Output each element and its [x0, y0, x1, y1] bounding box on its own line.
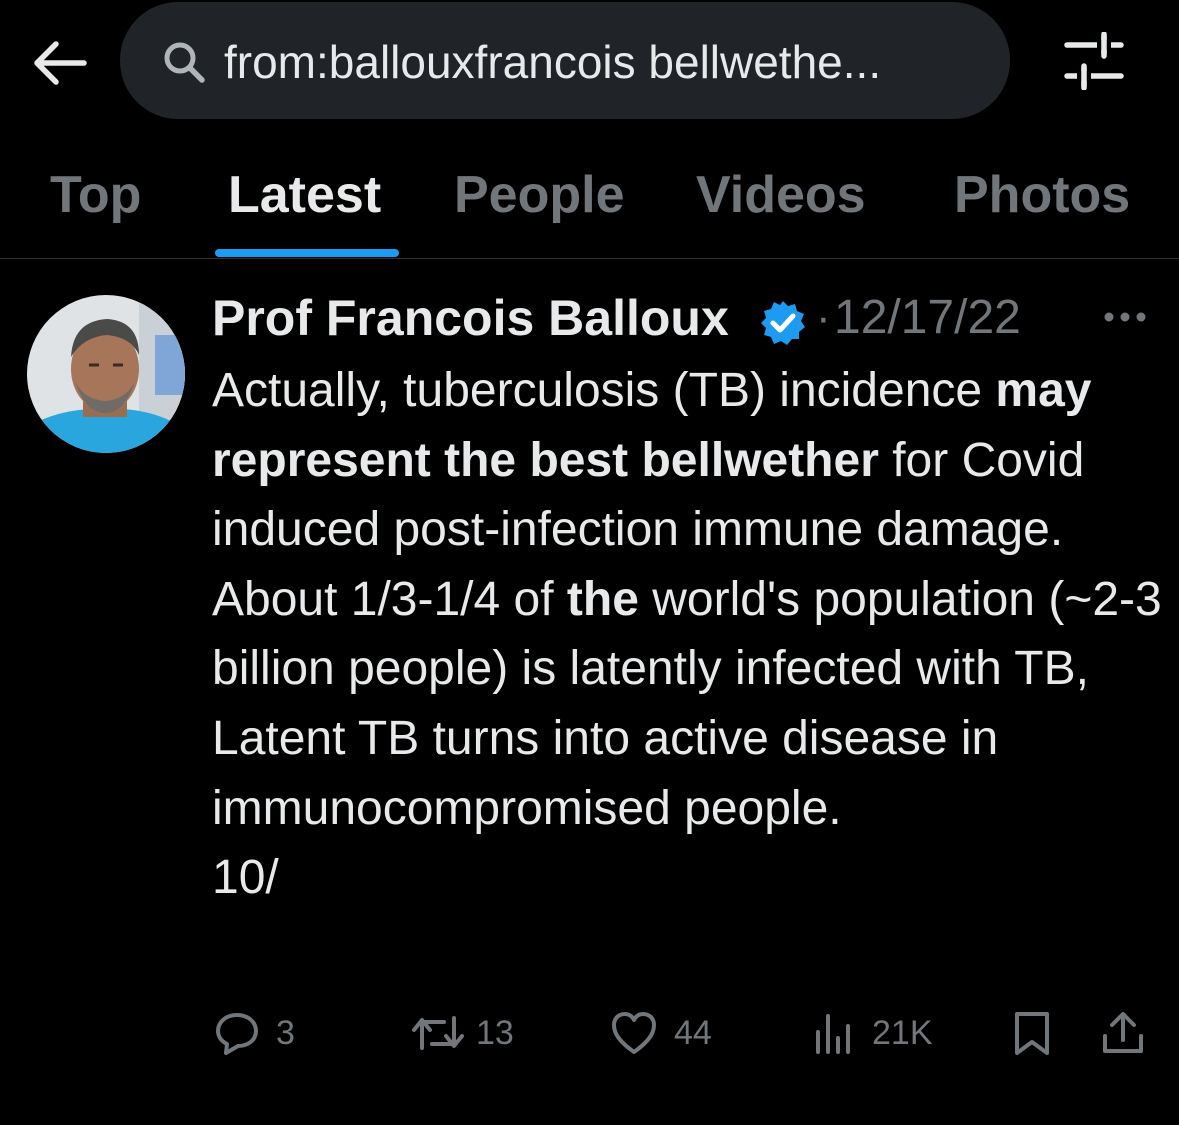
- share-button[interactable]: [1100, 998, 1148, 1068]
- search-icon: [164, 42, 205, 83]
- avatar-photo: [27, 295, 185, 453]
- tweet-actions: 3 13 44 21K: [0, 998, 1179, 1068]
- search-query[interactable]: from:ballouxfrancois bellwethe...: [224, 32, 994, 92]
- back-button[interactable]: [30, 38, 90, 88]
- heart-icon: [612, 1012, 656, 1054]
- separator-dot: ·: [816, 293, 831, 342]
- reply-button[interactable]: 3: [214, 998, 304, 1068]
- search-tabs: Top Latest People Videos Photos: [0, 140, 1179, 259]
- like-button[interactable]: 44: [610, 998, 725, 1068]
- tab-photos[interactable]: Photos: [954, 160, 1130, 230]
- retweet-icon: [412, 1016, 464, 1050]
- tab-top[interactable]: Top: [50, 160, 141, 230]
- retweet-button[interactable]: 13: [410, 998, 520, 1068]
- tweet-date[interactable]: 12/17/22: [834, 286, 1021, 350]
- tweet[interactable]: Prof Francois Balloux · 12/17/22 Actuall…: [0, 258, 1179, 1125]
- reply-icon: [216, 1013, 258, 1055]
- search-filter-button[interactable]: [1064, 31, 1124, 91]
- bookmark-button[interactable]: [1012, 998, 1056, 1068]
- tab-latest[interactable]: Latest: [228, 160, 381, 230]
- bookmark-icon: [1015, 1012, 1049, 1055]
- verified-badge-icon: [761, 301, 805, 345]
- like-count: 44: [674, 1014, 712, 1052]
- more-horizontal-icon: [1104, 312, 1146, 322]
- reply-count: 3: [276, 1014, 295, 1052]
- search-bar[interactable]: from:ballouxfrancois bellwethe...: [120, 2, 1010, 119]
- tweet-text-bold: the: [566, 572, 639, 626]
- retweet-count: 13: [476, 1014, 514, 1052]
- filter-sliders-icon: [1064, 31, 1124, 91]
- views-count: 21K: [872, 1014, 933, 1052]
- share-icon: [1103, 1012, 1143, 1053]
- avatar[interactable]: [27, 295, 185, 453]
- thread-number: 10/: [212, 851, 279, 905]
- tweet-text: Actually, tuberculosis (TB) incidence ma…: [212, 356, 1162, 913]
- views-button[interactable]: 21K: [814, 998, 939, 1068]
- tab-people[interactable]: People: [454, 160, 625, 230]
- tweet-text-segment: Actually, tuberculosis (TB) incidence: [212, 364, 996, 417]
- more-options-button[interactable]: [1100, 302, 1150, 332]
- top-bar: from:ballouxfrancois bellwethe...: [0, 0, 1179, 140]
- author-name[interactable]: Prof Francois Balloux: [212, 286, 729, 350]
- active-tab-indicator: [215, 249, 399, 257]
- views-icon: [816, 1014, 850, 1054]
- arrow-left-icon: [34, 41, 87, 85]
- tab-videos[interactable]: Videos: [696, 160, 866, 230]
